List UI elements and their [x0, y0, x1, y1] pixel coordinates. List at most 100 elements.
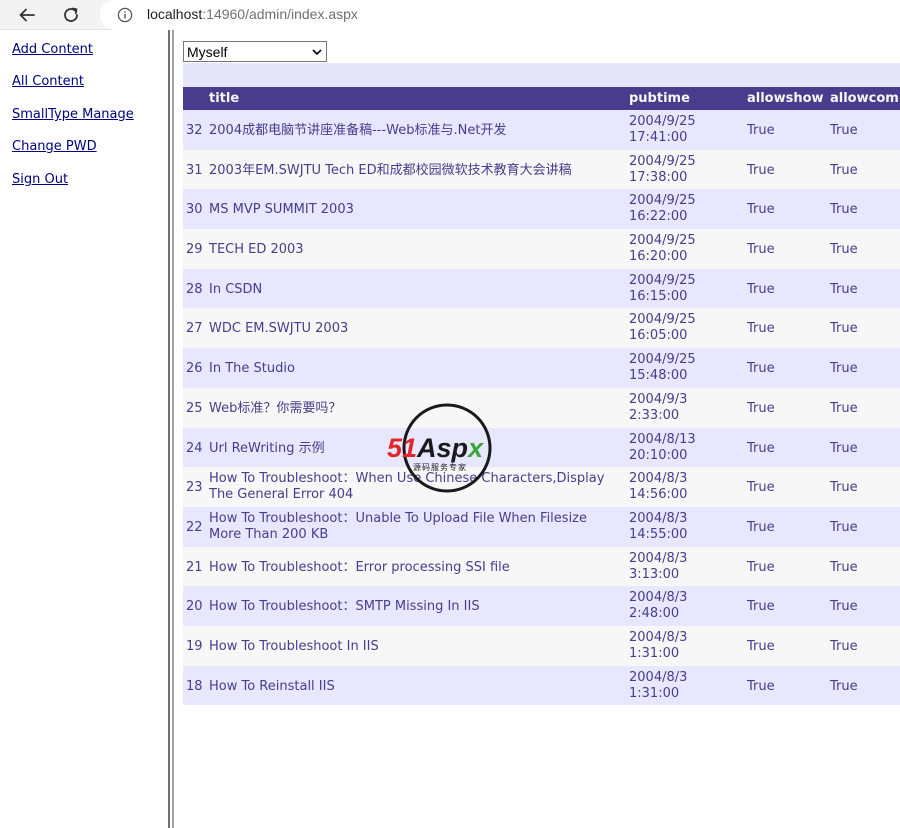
row-id: 20 [186, 599, 203, 615]
row-allowshow: True [747, 440, 775, 456]
row-pubclock: 17:38:00 [629, 169, 688, 185]
row-title-link[interactable]: MS MVP SUMMIT 2003 [209, 202, 354, 217]
table-row: 23 How To Troubleshoot：When Use Chinese C… [183, 467, 900, 507]
row-pubtime: 2004/9/25 16:05:00 [629, 312, 739, 344]
content-grid: title pubtime allowshow allowcom 32 2004成… [183, 63, 900, 706]
address-bar[interactable]: localhost:14960/admin/index.aspx [100, 0, 900, 30]
reload-button[interactable] [59, 3, 83, 27]
row-pubtime: 2004/8/3 1:31:00 [629, 630, 739, 662]
row-allowcomment: True [830, 638, 858, 654]
row-allowcomment: True [830, 559, 858, 575]
table-row: 29 TECH ED 2003 2004/9/25 16:20:00 True True [183, 229, 900, 269]
row-title-link[interactable]: How To Reinstall IIS [209, 679, 335, 694]
row-pubtime: 2004/9/25 17:38:00 [629, 154, 739, 186]
row-id: 28 [186, 281, 203, 297]
row-allowshow: True [747, 559, 775, 575]
header-pubtime: pubtime [629, 91, 690, 106]
author-filter-select[interactable]: Myself [183, 41, 327, 62]
row-pubclock: 1:31:00 [629, 685, 680, 701]
row-title-link[interactable]: WDC EM.SWJTU 2003 [209, 321, 348, 336]
row-pubdate: 2004/9/25 [629, 312, 696, 328]
row-pubdate: 2004/8/3 [629, 629, 688, 645]
row-pubdate: 2004/9/25 [629, 272, 696, 288]
row-allowshow: True [747, 678, 775, 694]
row-id: 25 [186, 400, 203, 416]
row-allowcomment: True [830, 281, 858, 297]
table-row: 24 Url ReWriting 示例 2004/8/13 20:10:00 True T… [183, 427, 900, 468]
row-pubclock: 16:15:00 [629, 288, 688, 304]
grid-header-row: title pubtime allowshow allowcom [183, 87, 900, 110]
row-title-link[interactable]: How To Troubleshoot：Unable To Upload Fil… [209, 511, 587, 542]
svg-text:51Aspx: 51Aspx [387, 433, 484, 463]
row-title-link[interactable]: How To Troubleshoot：Error processing SSI… [209, 560, 510, 575]
row-allowcomment: True [830, 123, 858, 138]
url-path: :14960/admin/index.aspx [202, 6, 358, 22]
row-allowshow: True [747, 638, 775, 654]
info-icon[interactable] [117, 7, 133, 23]
author-filter-value: Myself [187, 43, 228, 60]
row-pubclock: 14:56:00 [629, 487, 688, 503]
row-title-link[interactable]: How To Troubleshoot In IIS [209, 639, 379, 654]
back-button[interactable] [15, 3, 39, 27]
menu-change-pwd-link[interactable]: Change PWD [12, 139, 97, 154]
row-allowshow: True [747, 281, 775, 297]
menu-sign-out-link[interactable]: Sign Out [12, 172, 68, 187]
row-pubtime: 2004/8/3 14:55:00 [629, 511, 739, 543]
row-allowcomment: True [830, 361, 858, 377]
row-title: MS MVP SUMMIT 2003 [209, 202, 623, 218]
row-title-link[interactable]: In The Studio [209, 361, 295, 376]
row-title: 2003年EM.SWJTU Tech ED和成都校园微软技术教育大会讲稿 [209, 163, 623, 179]
table-row: 32 2004成都电脑节讲座准备稿---Web标准与.Net开发 2004/9/25… [183, 110, 900, 150]
row-title-link[interactable]: TECH ED 2003 [209, 242, 304, 257]
row-allowcomment: True [830, 321, 858, 337]
menu-all-content-link[interactable]: All Content [12, 74, 84, 89]
row-pubclock: 1:31:00 [629, 645, 680, 661]
row-title-link[interactable]: Web标准？你需要吗？ [209, 401, 341, 416]
grid-top-bar [183, 63, 900, 87]
row-title-link[interactable]: 2003年EM.SWJTU Tech ED和成都校园微软技术教育大会讲稿 [209, 163, 572, 178]
row-id: 22 [186, 519, 203, 535]
row-pubtime: 2004/9/25 16:15:00 [629, 273, 739, 305]
51aspx-watermark-logo: 51Aspx 源码服务专家 [387, 403, 492, 493]
chevron-down-icon [312, 49, 322, 56]
row-pubdate: 2004/8/3 [629, 550, 688, 566]
row-pubdate: 2004/8/3 [629, 669, 688, 685]
row-title-link[interactable]: In CSDN [209, 282, 262, 297]
row-title-link[interactable]: Url ReWriting 示例 [209, 441, 325, 456]
row-title: In The Studio [209, 361, 623, 377]
menu-smalltype-manage-link[interactable]: SmallType Manage [12, 107, 134, 122]
row-pubdate: 2004/8/3 [629, 590, 688, 606]
reload-icon [64, 7, 78, 22]
table-row: 18 How To Reinstall IIS 2004/8/3 1:31:00 Tru… [183, 665, 900, 706]
row-title: TECH ED 2003 [209, 242, 623, 258]
row-pubclock: 16:22:00 [629, 209, 688, 225]
menu-add-content-link[interactable]: Add Content [12, 42, 93, 57]
row-title: WDC EM.SWJTU 2003 [209, 321, 623, 337]
row-title-link[interactable]: 2004成都电脑节讲座准备稿---Web标准与.Net开发 [209, 123, 506, 138]
table-row: 30 MS MVP SUMMIT 2003 2004/9/25 16:22:00 Tru… [183, 189, 900, 230]
row-allowcomment: True [830, 162, 858, 178]
row-id: 27 [186, 321, 203, 337]
row-allowshow: True [747, 321, 775, 337]
row-allowcomment: True [830, 480, 858, 496]
header-title: title [209, 91, 240, 106]
row-title-link[interactable]: How To Troubleshoot：SMTP Missing In IIS [209, 599, 480, 614]
row-pubtime: 2004/9/25 17:41:00 [629, 114, 739, 146]
row-pubtime: 2004/8/3 1:31:00 [629, 670, 739, 702]
arrow-left-icon [19, 8, 35, 22]
row-id: 26 [186, 361, 203, 377]
row-pubdate: 2004/9/25 [629, 114, 696, 129]
row-allowshow: True [747, 123, 775, 138]
row-allowshow: True [747, 202, 775, 218]
header-allowshow: allowshow [747, 91, 824, 106]
row-allowshow: True [747, 480, 775, 496]
browser-toolbar: localhost:14960/admin/index.aspx [0, 0, 900, 30]
row-allowcomment: True [830, 678, 858, 694]
row-id: 29 [186, 242, 203, 258]
table-row: 28 In CSDN 2004/9/25 16:15:00 True True [183, 268, 900, 309]
row-id: 21 [186, 559, 203, 575]
row-allowcomment: True [830, 242, 858, 258]
table-row: 20 How To Troubleshoot：SMTP Missing In II… [183, 586, 900, 626]
row-pubtime: 2004/8/3 3:13:00 [629, 551, 739, 583]
row-title: How To Reinstall IIS [209, 679, 623, 695]
